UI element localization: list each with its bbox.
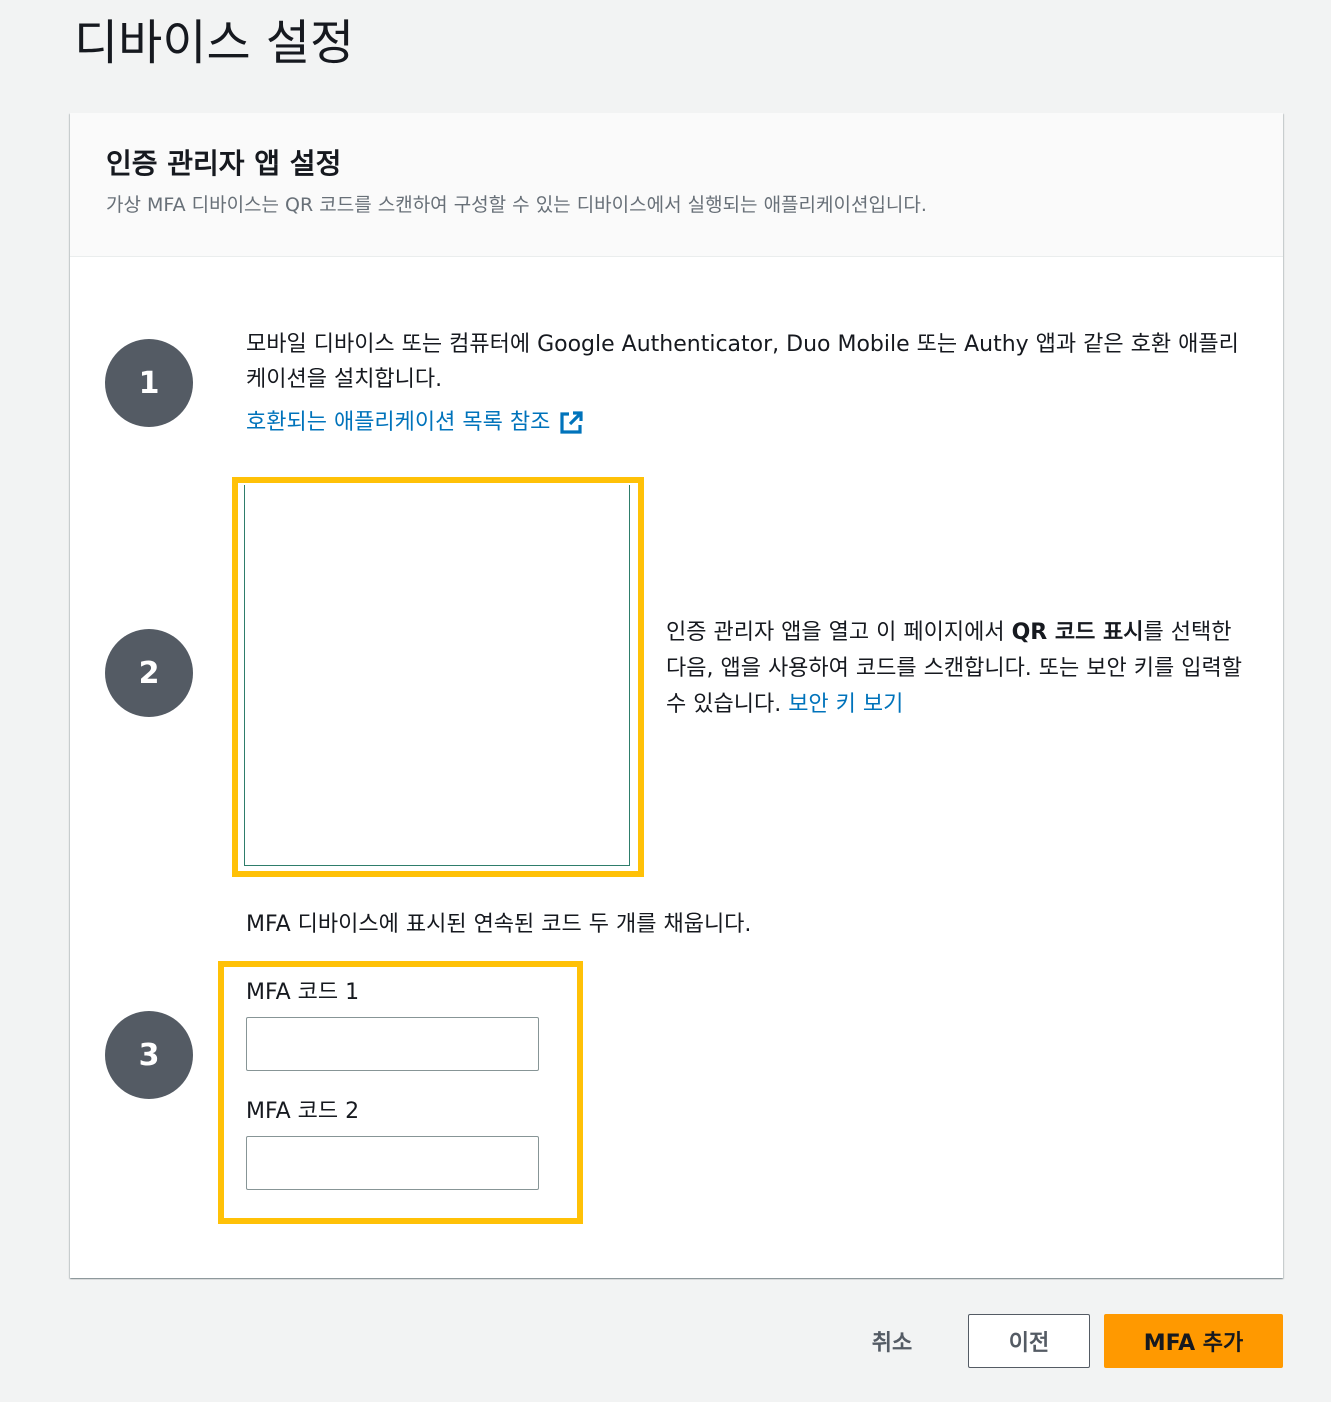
mfa-code-2-input[interactable] [246, 1136, 539, 1190]
external-link-icon[interactable] [558, 410, 584, 436]
authenticator-setup-panel: 인증 관리자 앱 설정 가상 MFA 디바이스는 QR 코드를 스캔하여 구성할… [70, 113, 1283, 1278]
compatible-apps-link[interactable]: 호환되는 애플리케이션 목록 참조 [246, 405, 584, 441]
show-secret-key-link[interactable]: 보안 키 보기 [788, 692, 903, 717]
mfa-codes-highlight: MFA 코드 1 MFA 코드 2 [218, 961, 583, 1224]
step-1-instructions: 모바일 디바이스 또는 컴퓨터에 Google Authenticator, D… [246, 332, 1239, 392]
mfa-code-1-input[interactable] [246, 1017, 539, 1071]
qr-code-area[interactable] [244, 485, 630, 866]
step-3-instructions: MFA 디바이스에 표시된 연속된 코드 두 개를 채웁니다. [246, 912, 752, 937]
mfa-code-1-label: MFA 코드 1 [246, 980, 360, 1005]
previous-button[interactable]: 이전 [968, 1314, 1090, 1368]
compatible-apps-link-label[interactable]: 호환되는 애플리케이션 목록 참조 [246, 405, 550, 441]
add-mfa-button[interactable]: MFA 추가 [1104, 1314, 1283, 1368]
panel-title: 인증 관리자 앱 설정 [106, 147, 342, 180]
page-title: 디바이스 설정 [74, 15, 355, 71]
show-qr-code-emphasis: QR 코드 표시 [1011, 620, 1144, 645]
step-2-instructions: 인증 관리자 앱을 열고 이 페이지에서 QR 코드 표시를 선택한 다음, 앱… [666, 615, 1256, 723]
step-2-badge: 2 [105, 629, 193, 717]
qr-code-highlight [232, 477, 644, 877]
panel-header: 인증 관리자 앱 설정 가상 MFA 디바이스는 QR 코드를 스캔하여 구성할… [70, 113, 1283, 257]
panel-description: 가상 MFA 디바이스는 QR 코드를 스캔하여 구성할 수 있는 디바이스에서… [106, 194, 927, 216]
step-2-text-before: 인증 관리자 앱을 열고 이 페이지에서 [666, 620, 1012, 645]
cancel-button[interactable]: 취소 [842, 1314, 942, 1368]
step-3-badge: 3 [105, 1011, 193, 1099]
mfa-code-2-label: MFA 코드 2 [246, 1099, 360, 1124]
step-1-badge: 1 [105, 339, 193, 427]
